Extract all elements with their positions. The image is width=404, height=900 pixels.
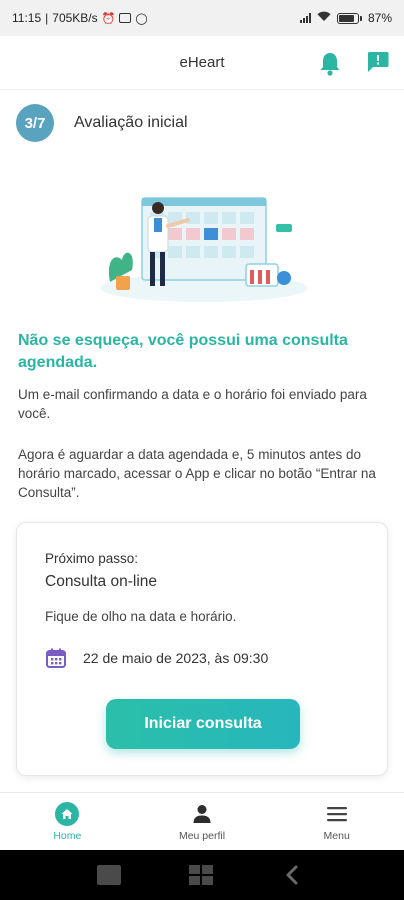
whatsapp-icon: ◯ — [135, 12, 148, 25]
menu-icon — [325, 802, 349, 826]
next-step-description: Fique de olho na data e horário. — [45, 609, 237, 624]
messages-button[interactable] — [366, 50, 390, 74]
step-badge: 3/7 — [16, 104, 54, 142]
nav-label-menu: Menu — [323, 829, 350, 842]
headline: Não se esqueça, você possui uma consulta… — [18, 332, 348, 371]
home-icon — [55, 801, 80, 826]
nav-item-home[interactable]: Home — [0, 793, 135, 850]
alarm-icon: ⏰ — [101, 12, 116, 25]
recent-apps-icon — [97, 865, 121, 885]
nav-label-profile: Meu perfil — [178, 829, 226, 842]
signal-icon — [299, 13, 311, 23]
start-consultation-button[interactable]: Iniciar consulta — [106, 699, 300, 749]
bell-icon — [320, 53, 340, 76]
status-bar: 11:15 | 705KB/s ⏰ ◯ 87% — [0, 0, 404, 36]
network-speed: 705KB/s — [52, 11, 98, 25]
app-header: eHeart — [0, 36, 404, 90]
user-icon — [190, 802, 214, 826]
email-confirmation-text: Um e-mail confirmando a data e o horário… — [18, 387, 367, 421]
recent-apps-button[interactable] — [96, 864, 122, 891]
message-icon — [367, 52, 389, 72]
nav-item-menu[interactable]: Menu — [269, 793, 404, 850]
app-title: eHeart — [179, 54, 225, 71]
appointment-date-row: 22 de maio de 2023, às 09:30 — [45, 647, 268, 669]
next-step-label: Próximo passo: — [45, 551, 139, 566]
app-notification-icon — [119, 13, 132, 23]
home-system-button[interactable] — [188, 864, 214, 891]
back-button[interactable] — [284, 864, 300, 891]
step-title: Avaliação inicial — [74, 114, 188, 131]
nav-item-profile[interactable]: Meu perfil — [135, 793, 270, 850]
wifi-icon — [317, 11, 331, 25]
next-step-title: Consulta on-line — [45, 573, 158, 590]
instructions-text: Agora é aguardar a data agendada e, 5 mi… — [18, 447, 376, 500]
calendar-icon — [46, 648, 66, 668]
battery-percent: 87% — [367, 11, 392, 25]
step-indicator: 3/7 Avaliação inicial — [16, 104, 188, 142]
nav-label-home: Home — [53, 829, 82, 842]
bottom-nav: Home Meu perfil Menu — [0, 792, 404, 850]
system-nav-bar — [0, 850, 404, 900]
status-time: 11:15 — [12, 11, 42, 25]
next-step-card: Próximo passo: Consulta on-line Fique de… — [16, 522, 388, 776]
notifications-button[interactable] — [318, 51, 342, 77]
grid-home-icon — [189, 865, 213, 885]
back-icon — [286, 865, 298, 885]
doctor-calendar-illustration — [100, 197, 308, 302]
appointment-date: 22 de maio de 2023, às 09:30 — [83, 650, 269, 666]
battery-icon — [336, 12, 362, 24]
